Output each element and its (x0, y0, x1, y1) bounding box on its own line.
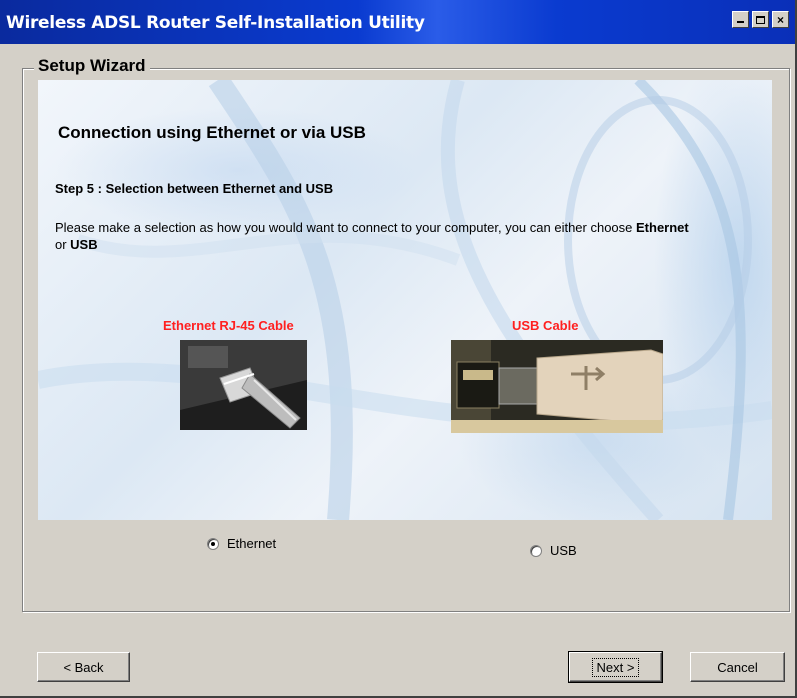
usb-option[interactable]: USB (530, 543, 577, 558)
ethernet-radio-label[interactable]: Ethernet (227, 536, 276, 551)
wizard-content-panel (38, 80, 772, 520)
close-icon[interactable]: × (772, 11, 789, 28)
cancel-button[interactable]: Cancel (690, 652, 785, 682)
ethernet-cable-photo (180, 340, 307, 430)
usb-radio-label[interactable]: USB (550, 543, 577, 558)
ethernet-image-label: Ethernet RJ-45 Cable (163, 318, 294, 333)
step-description: Please make a selection as how you would… (55, 219, 695, 253)
background-cable-graphic (38, 80, 772, 520)
wizard-window: Wireless ADSL Router Self-Installation U… (0, 0, 797, 698)
maximize-icon[interactable] (752, 11, 769, 28)
step-title: Step 5 : Selection between Ethernet and … (55, 181, 334, 196)
title-bar[interactable]: Wireless ADSL Router Self-Installation U… (0, 0, 795, 44)
ethernet-cable-icon (180, 340, 307, 430)
window-title: Wireless ADSL Router Self-Installation U… (6, 13, 425, 33)
minimize-icon[interactable] (732, 11, 749, 28)
usb-radio[interactable] (530, 544, 542, 557)
description-text: Please make a selection as how you would… (55, 220, 637, 235)
usb-cable-photo (451, 340, 663, 433)
usb-cable-icon (451, 340, 663, 433)
description-ethernet: Ethernet (636, 220, 689, 235)
ethernet-radio[interactable] (207, 537, 219, 550)
description-or: or (55, 237, 71, 252)
page-heading: Connection using Ethernet or via USB (58, 123, 366, 142)
window-controls: × (732, 11, 789, 28)
next-button-label: Next > (591, 657, 640, 677)
group-label: Setup Wizard (34, 56, 150, 76)
usb-image-label: USB Cable (512, 318, 579, 333)
next-button[interactable]: Next > (568, 651, 663, 683)
ethernet-option[interactable]: Ethernet (207, 536, 276, 551)
back-button[interactable]: < Back (37, 652, 130, 682)
description-usb: USB (70, 237, 98, 252)
